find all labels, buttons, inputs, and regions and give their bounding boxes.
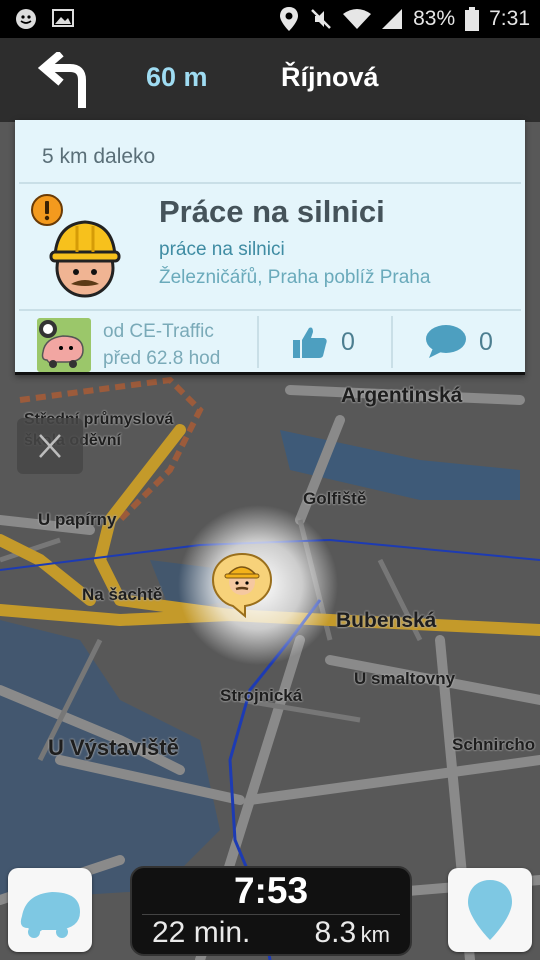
map-label-golfiste: Golfiště [303,489,367,508]
report-location-button[interactable] [448,868,532,952]
alert-subtitle: práce na silnici [159,239,285,260]
thumbs-up-button[interactable]: 0 [291,316,355,368]
comment-bubble-icon [426,325,466,358]
waze-menu-button[interactable] [8,868,92,952]
road-worker-icon [49,220,121,298]
alert-footer: od CE-Traffic před 62.8 hod 0 0 [15,312,525,372]
alert-location: Železničářů, Praha poblíž Praha [159,267,431,288]
next-street-name: Říjnová [281,62,379,92]
alert-card[interactable]: 5 km daleko Práce na silnici práce na si… [15,120,525,375]
waze-logo-icon [20,892,80,938]
map-label-strojnicka: Strojnická [220,686,303,705]
map-label-argentinska: Argentinská [341,384,463,407]
location-icon [279,6,299,32]
alert-distance: 5 km daleko [42,145,156,168]
turn-distance: 60 m [146,62,208,92]
signal-icon [381,8,403,30]
waze-notification-icon [14,7,38,31]
thumbs-up-icon [293,327,327,358]
divider [142,914,400,915]
image-notification-icon [52,7,74,31]
battery-percent: 83% [413,7,456,30]
alert-time-ago: před 62.8 hod [103,348,221,369]
waze-source-icon [37,318,91,372]
trip-distance-value: 8.3 [314,916,357,949]
left-turn-arrow-icon [38,52,86,108]
map-label-na-sachte: Na šachtě [82,585,163,604]
roadwork-map-pin-icon[interactable] [211,552,273,618]
battery-icon [465,7,480,31]
comments-button[interactable]: 0 [425,316,493,368]
location-pin-icon [468,880,512,940]
alert-source: od CE-Traffic [103,321,214,342]
divider [257,316,259,368]
ce-traffic-avatar [37,318,91,372]
divider [19,182,521,184]
comments-count: 0 [479,327,493,356]
navigation-bar[interactable]: 60 m Říjnová [0,38,540,122]
map-label-schnirch: Schnircho [452,735,536,754]
status-bar: 83% 7:31 [0,0,540,38]
map-label-u-smaltovny: U smaltovny [354,669,456,688]
close-alert-button[interactable] [17,418,83,474]
mute-icon [309,7,333,31]
map-label-u-vystaviste: U Výstaviště [48,735,179,760]
trip-duration: 22 min. [152,916,251,949]
close-icon [39,434,61,458]
trip-distance: 8.3 km [315,916,391,950]
wifi-icon [343,8,372,30]
map-label-bubenska: Bubenská [336,609,437,632]
trip-distance-unit: km [360,922,390,947]
clock: 7:31 [489,7,530,30]
arrival-time: 7:53 [233,870,309,911]
likes-count: 0 [341,327,355,356]
map-label-u-papirny: U papírny [38,510,117,529]
divider [19,309,521,311]
divider [391,316,393,368]
alert-title: Práce na silnici [159,194,385,229]
trip-summary[interactable]: 7:53 22 min. 8.3 km [130,866,412,956]
